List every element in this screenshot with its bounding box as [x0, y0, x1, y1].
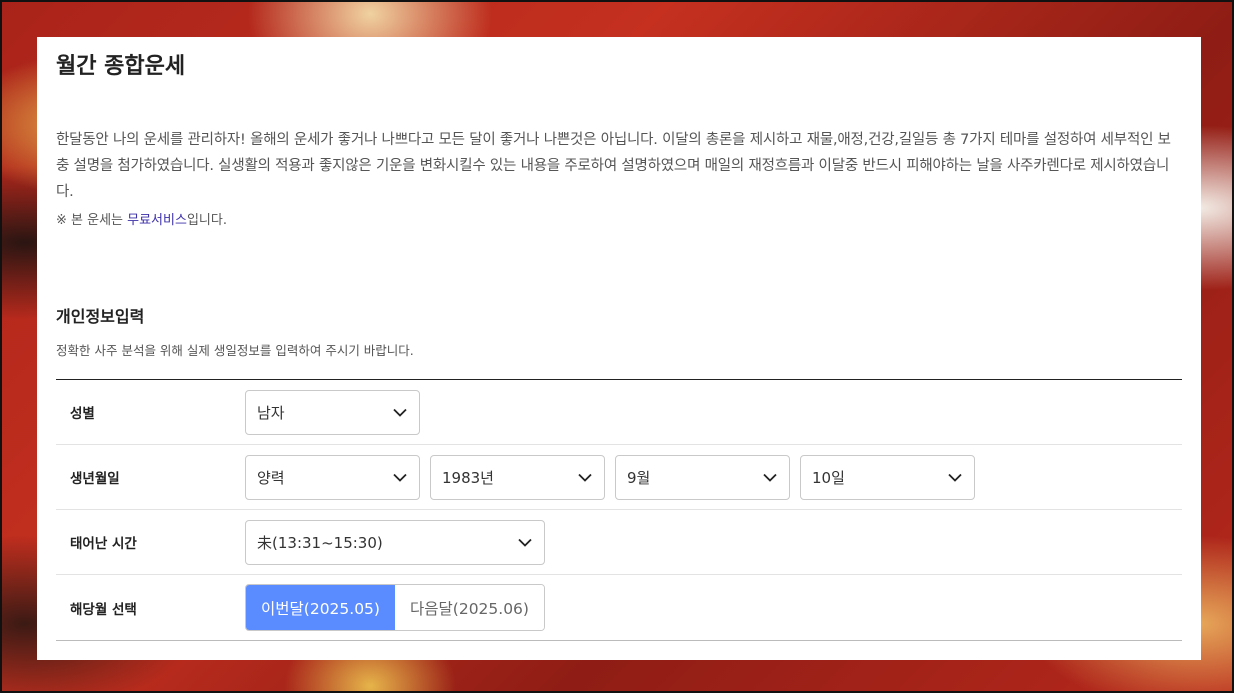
birth-day-select[interactable]: 10일	[800, 454, 975, 500]
free-service-note: ※ 본 운세는 무료서비스입니다.	[56, 213, 1182, 229]
chevron-down-icon	[393, 405, 407, 419]
this-month-button[interactable]: 이번달(2025.05)	[246, 585, 395, 630]
birth-day-value: 10일	[812, 468, 845, 487]
page-description: 한달동안 나의 운세를 관리하자! 올해의 운세가 좋거나 나쁘다고 모든 달이…	[56, 132, 1171, 200]
birth-year-select[interactable]: 1983년	[430, 454, 605, 500]
calendar-type-select[interactable]: 양력	[245, 454, 420, 500]
gender-value: 남자	[257, 403, 285, 422]
birth-label: 생년월일	[70, 471, 120, 487]
free-service-link[interactable]: 무료서비스	[127, 213, 187, 228]
note-suffix: 입니다.	[186, 213, 227, 228]
personal-info-form: 성별 남자 생년월일 양력 1983년 9월 10일 태어난 시간 未(13:3…	[56, 379, 1182, 641]
calendar-type-value: 양력	[257, 468, 285, 487]
chevron-down-icon	[518, 535, 532, 549]
fortune-card: 월간 종합운세 한달동안 나의 운세를 관리하자! 올해의 운세가 좋거나 나쁘…	[37, 37, 1201, 660]
page-title: 월간 종합운세	[56, 54, 186, 79]
chevron-down-icon	[763, 470, 777, 484]
gender-label: 성별	[70, 406, 95, 422]
month-select-row: 해당월 선택 이번달(2025.05) 다음달(2025.06)	[56, 575, 1182, 640]
section-title: 개인정보입력	[56, 307, 145, 326]
month-select-label: 해당월 선택	[70, 601, 137, 618]
chevron-down-icon	[948, 470, 962, 484]
birth-month-select[interactable]: 9월	[615, 454, 790, 500]
birth-month-value: 9월	[627, 468, 651, 487]
birth-year-value: 1983년	[442, 468, 494, 487]
birth-time-value: 未(13:31~15:30)	[257, 533, 383, 552]
month-toggle: 이번달(2025.05) 다음달(2025.06)	[245, 584, 545, 631]
birth-time-label: 태어난 시간	[70, 536, 137, 552]
section-subtitle: 정확한 사주 분석을 위해 실제 생일정보를 입력하여 주시기 바랍니다.	[56, 343, 414, 358]
note-prefix: ※ 본 운세는	[56, 213, 128, 228]
birth-time-row: 태어난 시간 未(13:31~15:30)	[56, 510, 1182, 575]
chevron-down-icon	[393, 470, 407, 484]
chevron-down-icon	[578, 470, 592, 484]
gender-row: 성별 남자	[56, 380, 1182, 445]
birth-time-select[interactable]: 未(13:31~15:30)	[245, 519, 545, 565]
gender-select[interactable]: 남자	[245, 389, 420, 435]
birth-row: 생년월일 양력 1983년 9월 10일	[56, 445, 1182, 510]
next-month-button[interactable]: 다음달(2025.06)	[395, 585, 544, 630]
